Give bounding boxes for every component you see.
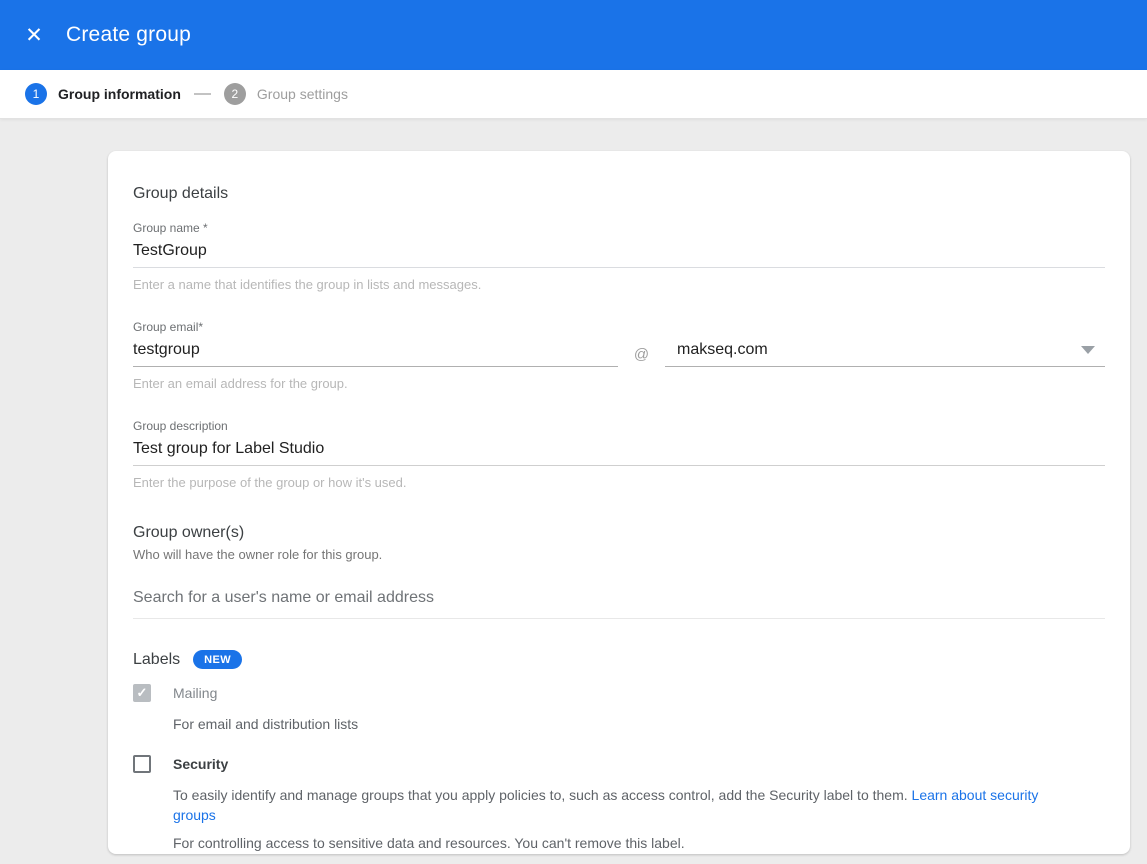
- group-name-input[interactable]: [133, 239, 1105, 268]
- group-email-input[interactable]: [133, 338, 618, 367]
- step-group-information[interactable]: 1 Group information: [25, 83, 181, 105]
- step-group-settings[interactable]: 2 Group settings: [224, 83, 348, 105]
- group-email-row: Enter an email address for the group. @ …: [133, 338, 1105, 391]
- security-description: To easily identify and manage groups tha…: [173, 785, 1073, 825]
- step-label: Group information: [58, 86, 181, 102]
- group-details-heading: Group details: [133, 184, 1105, 203]
- group-description-field: Group description Enter the purpose of t…: [133, 419, 1105, 490]
- step-label: Group settings: [257, 86, 348, 102]
- labels-heading: Labels: [133, 650, 180, 669]
- group-description-input[interactable]: [133, 437, 1105, 466]
- group-owners-subtext: Who will have the owner role for this gr…: [133, 547, 1105, 562]
- security-description-text: To easily identify and manage groups tha…: [173, 787, 908, 803]
- close-icon[interactable]: ✕: [22, 23, 46, 47]
- dialog-header: ✕ Create group: [0, 0, 1147, 70]
- group-name-helper: Enter a name that identifies the group i…: [133, 277, 1105, 292]
- group-name-label: Group name *: [133, 221, 1105, 235]
- stepper-connector: [194, 93, 211, 95]
- group-email-label: Group email*: [133, 320, 1105, 334]
- step-number-circle: 1: [25, 83, 47, 105]
- dialog-title: Create group: [66, 23, 191, 47]
- security-checkbox[interactable]: [133, 755, 151, 773]
- group-email-helper: Enter an email address for the group.: [133, 376, 618, 391]
- group-form-card: Group details Group name * Enter a name …: [108, 151, 1130, 854]
- group-email-field: Group email* Enter an email address for …: [133, 320, 1105, 391]
- group-owners-heading: Group owner(s): [133, 523, 1105, 542]
- label-item-mailing: ✓ Mailing For email and distribution lis…: [133, 684, 1105, 734]
- group-owners-section: Group owner(s) Who will have the owner r…: [133, 523, 1105, 619]
- new-badge: NEW: [193, 650, 242, 669]
- group-description-label: Group description: [133, 419, 1105, 433]
- mailing-description: For email and distribution lists: [173, 714, 1105, 734]
- domain-select[interactable]: makseq.com: [665, 338, 1105, 367]
- security-note: For controlling access to sensitive data…: [173, 833, 1105, 853]
- label-item-security: Security To easily identify and manage g…: [133, 755, 1105, 853]
- labels-heading-row: Labels NEW: [133, 650, 1105, 669]
- mailing-label: Mailing: [173, 685, 1105, 702]
- chevron-down-icon: [1081, 346, 1095, 354]
- owner-search-input[interactable]: [133, 583, 1105, 619]
- labels-section: Labels NEW ✓ Mailing For email and distr…: [133, 650, 1105, 853]
- security-label: Security: [173, 756, 1105, 773]
- domain-selected-value: makseq.com: [677, 340, 1081, 359]
- stepper-bar: 1 Group information 2 Group settings: [0, 70, 1147, 119]
- step-number-circle: 2: [224, 83, 246, 105]
- group-description-helper: Enter the purpose of the group or how it…: [133, 475, 1105, 490]
- mailing-checkbox: ✓: [133, 684, 151, 702]
- page-content: Group details Group name * Enter a name …: [0, 119, 1147, 854]
- group-name-field: Group name * Enter a name that identifie…: [133, 221, 1105, 292]
- at-symbol: @: [618, 338, 665, 363]
